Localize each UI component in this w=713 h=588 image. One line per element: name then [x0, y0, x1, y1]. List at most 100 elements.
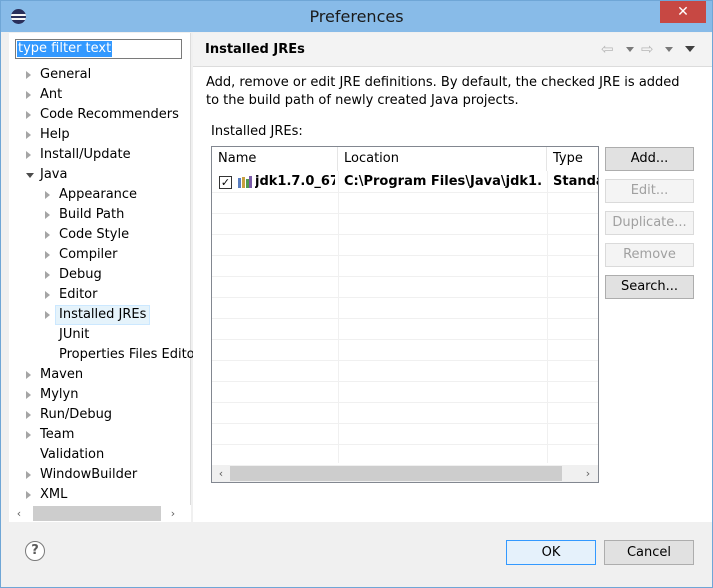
empty-table-row	[212, 444, 598, 465]
empty-table-row	[212, 213, 598, 234]
expand-right-icon[interactable]	[26, 491, 31, 499]
expand-right-icon[interactable]	[45, 191, 50, 199]
forward-arrow-icon[interactable]: ⇨	[641, 41, 659, 57]
jre-library-icon	[238, 176, 252, 188]
expand-right-icon[interactable]	[26, 91, 31, 99]
expand-right-icon[interactable]	[45, 251, 50, 259]
tree-item[interactable]: Ant	[9, 85, 191, 105]
empty-table-row	[212, 234, 598, 255]
tree-item[interactable]: WindowBuilder	[9, 465, 191, 485]
tree-item[interactable]: XML	[9, 485, 191, 505]
tree-item-label: Java	[40, 167, 68, 182]
expand-right-icon[interactable]	[45, 291, 50, 299]
scroll-left-icon[interactable]: ‹	[215, 466, 227, 481]
tree-item-label: WindowBuilder	[40, 467, 138, 482]
tree-item[interactable]: Maven	[9, 365, 191, 385]
tree-item-label: Editor	[59, 287, 98, 302]
edit-button[interactable]: Edit...	[605, 179, 694, 203]
tree-item-label: Code Recommenders	[40, 107, 179, 122]
filter-selected-text: type filter text	[17, 41, 113, 57]
close-button[interactable]: ✕	[660, 1, 706, 23]
jre-name-cell: jdk1.7.0_67 ...	[255, 174, 335, 189]
table-row[interactable]: ✓ jdk1.7.0_67 ... C:\Program Files\Java\…	[212, 171, 598, 192]
expand-right-icon[interactable]	[26, 111, 31, 119]
expand-right-icon[interactable]	[26, 471, 31, 479]
forward-dropdown-icon[interactable]	[665, 47, 673, 52]
tree-item-label: Help	[40, 127, 70, 142]
column-header-type[interactable]: Type	[547, 147, 598, 171]
tree-item[interactable]: Compiler	[9, 245, 191, 265]
tree-item[interactable]: Build Path	[9, 205, 191, 225]
tree-item-label: Compiler	[59, 247, 118, 262]
back-dropdown-icon[interactable]	[626, 47, 634, 52]
empty-table-row	[212, 192, 598, 213]
tree-item[interactable]: Mylyn	[9, 385, 191, 405]
tree-item-label: Maven	[40, 367, 84, 382]
scroll-thumb[interactable]	[33, 506, 161, 521]
expand-right-icon[interactable]	[26, 411, 31, 419]
expand-right-icon[interactable]	[26, 131, 31, 139]
expand-right-icon[interactable]	[26, 151, 31, 159]
tree-item[interactable]: General	[9, 65, 191, 85]
view-menu-icon[interactable]	[685, 46, 695, 52]
expand-right-icon[interactable]	[26, 431, 31, 439]
tree-item[interactable]: Install/Update	[9, 145, 191, 165]
page-header: Installed JREs ⇦ ⇨	[193, 33, 712, 67]
tree-item[interactable]: Help	[9, 125, 191, 145]
tree-item[interactable]: JUnit	[9, 325, 191, 345]
tree-item[interactable]: Appearance	[9, 185, 191, 205]
help-icon[interactable]: ?	[25, 541, 45, 561]
duplicate-button[interactable]: Duplicate...	[605, 211, 694, 235]
jre-default-checkbox[interactable]: ✓	[219, 176, 232, 189]
expand-right-icon[interactable]	[45, 211, 50, 219]
tree-item[interactable]: Run/Debug	[9, 405, 191, 425]
expand-right-icon[interactable]	[26, 391, 31, 399]
tree-item[interactable]: Installed JREs	[9, 305, 191, 325]
preference-page: Installed JREs ⇦ ⇨ Add, remove or edit J…	[193, 33, 712, 522]
tree-item-label: Mylyn	[40, 387, 79, 402]
tree-horizontal-scrollbar[interactable]: ‹ ›	[9, 505, 191, 522]
tree-item[interactable]: Validation	[9, 445, 191, 465]
search-button[interactable]: Search...	[605, 275, 694, 299]
scroll-right-icon[interactable]: ›	[582, 466, 594, 481]
scroll-left-icon[interactable]: ‹	[13, 506, 25, 521]
empty-table-row	[212, 423, 598, 444]
tree-item[interactable]: Code Style	[9, 225, 191, 245]
ok-button[interactable]: OK	[506, 540, 596, 565]
back-arrow-icon[interactable]: ⇦	[601, 41, 619, 57]
title-bar: Preferences ✕	[1, 1, 712, 32]
tree-item[interactable]: Properties Files Edito	[9, 345, 195, 365]
remove-button[interactable]: Remove	[605, 243, 694, 267]
page-title: Installed JREs	[205, 42, 305, 57]
column-header-name[interactable]: Name	[212, 147, 338, 171]
expand-right-icon[interactable]	[26, 71, 31, 79]
preference-tree-panel: type filter text General Ant Code Recommen…	[9, 33, 195, 522]
jre-list-label: Installed JREs:	[211, 124, 303, 139]
window-title: Preferences	[309, 7, 404, 26]
tree-item-label: Install/Update	[40, 147, 131, 162]
table-horizontal-scrollbar[interactable]: ‹ ›	[212, 465, 598, 482]
tree-item-label: JUnit	[59, 327, 90, 342]
expand-right-icon[interactable]	[45, 271, 50, 279]
expand-right-icon[interactable]	[45, 231, 50, 239]
add-button[interactable]: Add...	[605, 147, 694, 171]
tree-item-label: General	[40, 67, 92, 82]
expand-down-icon[interactable]	[26, 173, 34, 178]
tree-item[interactable]: Editor	[9, 285, 191, 305]
tree-item[interactable]: Debug	[9, 265, 191, 285]
tree-item-label: Debug	[59, 267, 102, 282]
expand-right-icon[interactable]	[26, 371, 31, 379]
tree-item[interactable]: Java	[9, 165, 191, 185]
preferences-window: Preferences ✕ type filter text General An…	[0, 0, 713, 588]
tree-item[interactable]: Team	[9, 425, 191, 445]
empty-table-row	[212, 276, 598, 297]
empty-table-row	[212, 381, 598, 402]
scroll-thumb[interactable]	[230, 466, 562, 481]
scroll-right-icon[interactable]: ›	[167, 506, 179, 521]
expand-right-icon[interactable]	[45, 311, 50, 319]
tree-item-label: Run/Debug	[40, 407, 113, 422]
column-header-location[interactable]: Location	[338, 147, 547, 171]
tree-item-label: Appearance	[59, 187, 138, 202]
cancel-button[interactable]: Cancel	[604, 540, 694, 565]
tree-item[interactable]: Code Recommenders	[9, 105, 191, 125]
